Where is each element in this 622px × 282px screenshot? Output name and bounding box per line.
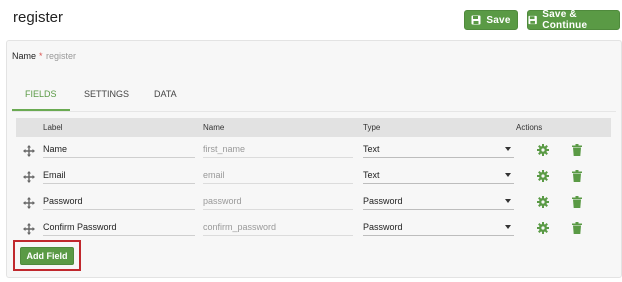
field-type-select[interactable]: Password (363, 193, 514, 210)
column-header-type: Type (363, 123, 381, 132)
chevron-down-icon (505, 225, 511, 229)
tab-settings[interactable]: SETTINGS (84, 89, 129, 109)
column-header-name: Name (203, 123, 225, 132)
required-asterisk: * (39, 51, 43, 61)
field-label-input[interactable]: Confirm Password (43, 219, 195, 236)
field-type-select[interactable]: Text (363, 141, 514, 158)
tabs-divider (12, 111, 616, 112)
trash-icon[interactable] (572, 170, 582, 182)
save-and-continue-button[interactable]: Save & Continue (527, 9, 620, 31)
table-row: Name first_name Text (16, 138, 611, 164)
field-type-value: Password (363, 196, 403, 206)
floppy-disk-icon (528, 15, 537, 25)
field-name-input[interactable]: password (203, 193, 353, 210)
gear-icon[interactable] (537, 222, 549, 234)
trash-icon[interactable] (572, 222, 582, 234)
form-panel: Name * register FIELDS SETTINGS DATA Labe… (6, 40, 622, 278)
trash-icon[interactable] (572, 144, 582, 156)
save-and-continue-label: Save & Continue (542, 9, 588, 31)
move-arrows-icon[interactable] (23, 145, 35, 157)
column-header-label: Label (43, 123, 63, 132)
field-name-input[interactable]: confirm_password (203, 219, 353, 236)
field-type-select[interactable]: Password (363, 219, 514, 236)
name-field-label: Name (12, 51, 37, 61)
field-type-select[interactable]: Text (363, 167, 514, 184)
chevron-down-icon (505, 173, 511, 177)
table-row: Email email Text (16, 164, 611, 190)
table-row: Confirm Password confirm_password Passwo… (16, 216, 611, 242)
chevron-down-icon (505, 199, 511, 203)
field-type-value: Text (363, 144, 380, 154)
table-row: Password password Password (16, 190, 611, 216)
gear-icon[interactable] (537, 196, 549, 208)
fields-table-header: Label Name Type Actions (16, 118, 611, 137)
field-label-input[interactable]: Email (43, 167, 195, 184)
chevron-down-icon (505, 147, 511, 151)
tab-data[interactable]: DATA (154, 89, 177, 109)
column-header-actions: Actions (516, 123, 543, 132)
save-button[interactable]: Save (464, 10, 518, 30)
field-label-input[interactable]: Password (43, 193, 195, 210)
trash-icon[interactable] (572, 196, 582, 208)
move-arrows-icon[interactable] (23, 197, 35, 209)
field-name-input[interactable]: email (203, 167, 353, 184)
field-type-value: Text (363, 170, 380, 180)
field-type-value: Password (363, 222, 403, 232)
move-arrows-icon[interactable] (23, 223, 35, 235)
field-label-input[interactable]: Name (43, 141, 195, 158)
name-field[interactable]: Name * register (12, 51, 76, 61)
move-arrows-icon[interactable] (23, 171, 35, 183)
add-field-button[interactable]: Add Field (20, 247, 74, 265)
top-bar: register Save Save & Continue (0, 0, 622, 38)
gear-icon[interactable] (537, 144, 549, 156)
floppy-disk-icon (471, 15, 481, 25)
tab-bar: FIELDS SETTINGS DATA (12, 89, 612, 111)
save-button-label: Save (486, 14, 511, 26)
name-field-value[interactable]: register (46, 51, 76, 61)
tab-fields[interactable]: FIELDS (25, 89, 57, 109)
page-title: register (13, 9, 64, 26)
gear-icon[interactable] (537, 170, 549, 182)
field-name-input[interactable]: first_name (203, 141, 353, 158)
